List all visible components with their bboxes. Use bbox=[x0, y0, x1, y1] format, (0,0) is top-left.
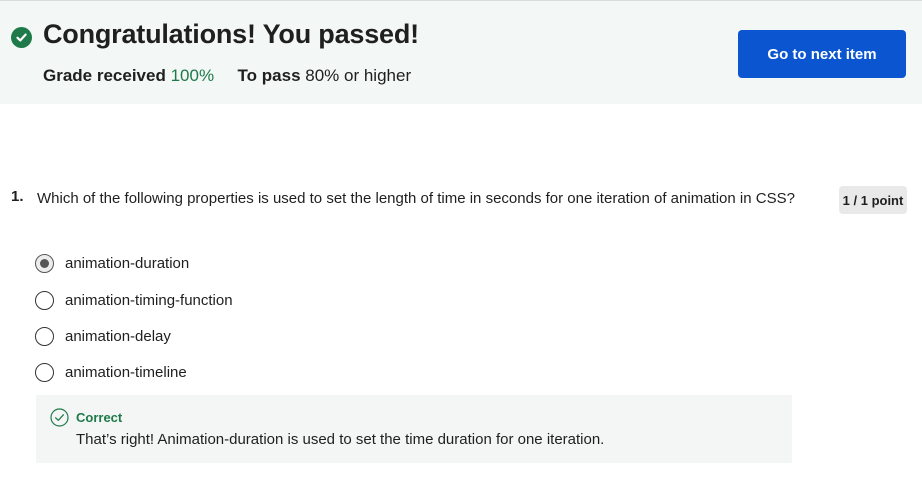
answer-option[interactable]: animation-timeline bbox=[35, 360, 187, 384]
answer-option[interactable]: animation-duration bbox=[35, 251, 189, 275]
feedback-status: Correct bbox=[76, 410, 123, 425]
answer-option[interactable]: animation-delay bbox=[35, 324, 171, 348]
points-badge: 1 / 1 point bbox=[839, 186, 907, 214]
grade-value: 100% bbox=[170, 66, 215, 85]
option-label: animation-timing-function bbox=[65, 291, 233, 309]
option-label: animation-delay bbox=[65, 327, 171, 345]
pass-value: 80% or higher bbox=[305, 66, 412, 85]
radio-selected-icon[interactable] bbox=[35, 253, 54, 273]
grade-summary: Grade received 100% To pass 80% or highe… bbox=[43, 66, 411, 86]
pass-label: To pass bbox=[237, 66, 301, 85]
answer-option[interactable]: animation-timing-function bbox=[35, 288, 233, 312]
feedback-message: That’s right! Animation-duration is used… bbox=[76, 431, 605, 448]
radio-icon[interactable] bbox=[35, 290, 54, 310]
radio-icon[interactable] bbox=[35, 326, 54, 346]
grade-label: Grade received bbox=[43, 66, 166, 85]
question-number: 1. bbox=[11, 188, 24, 205]
result-banner: Congratulations! You passed! Grade recei… bbox=[0, 0, 922, 104]
result-title: Congratulations! You passed! bbox=[43, 19, 419, 49]
go-to-next-item-button[interactable]: Go to next item bbox=[738, 30, 906, 78]
question-text: Which of the following properties is use… bbox=[37, 190, 795, 207]
option-label: animation-timeline bbox=[65, 363, 187, 381]
feedback-box: Correct That’s right! Animation-duration… bbox=[36, 395, 792, 463]
check-circle-outline-icon bbox=[50, 408, 69, 427]
radio-icon[interactable] bbox=[35, 362, 54, 382]
option-label: animation-duration bbox=[65, 254, 190, 272]
check-circle-icon bbox=[11, 27, 32, 48]
